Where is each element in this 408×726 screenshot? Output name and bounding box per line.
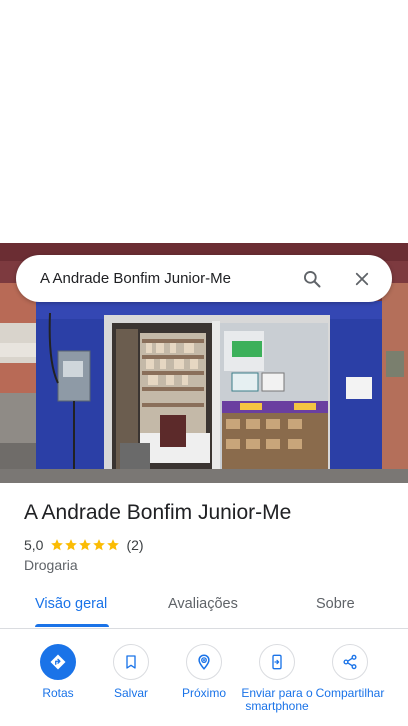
share-icon[interactable] — [332, 644, 368, 680]
place-category[interactable]: Drogaria — [24, 557, 78, 573]
save-button[interactable]: Salvar — [91, 644, 171, 700]
save-label: Salvar — [113, 686, 148, 700]
action-row: Rotas Salvar Próximo Enviar para o smart… — [0, 644, 408, 726]
rating-value: 5,0 — [24, 537, 44, 553]
tab-about[interactable]: Sobre — [316, 596, 355, 612]
rating-stars — [50, 538, 120, 552]
directions-label: Rotas — [42, 686, 74, 700]
tab-bar: Visão geral Avaliações Sobre — [0, 586, 408, 629]
star-icon — [107, 539, 120, 551]
tab-reviews[interactable]: Avaliações — [168, 596, 238, 612]
share-button[interactable]: Compartilhar — [310, 644, 390, 700]
directions-button[interactable]: Rotas — [18, 644, 98, 700]
place-title: A Andrade Bonfim Junior-Me — [24, 501, 292, 524]
active-tab-indicator — [35, 624, 109, 627]
nearby-icon[interactable] — [186, 644, 222, 680]
search-icon[interactable] — [300, 267, 324, 291]
close-icon[interactable] — [350, 267, 374, 291]
tab-overview[interactable]: Visão geral — [35, 596, 107, 612]
search-query[interactable]: A Andrade Bonfim Junior-Me — [40, 270, 300, 287]
star-icon — [93, 539, 106, 551]
send-to-phone-icon[interactable] — [259, 644, 295, 680]
rating-row[interactable]: 5,0 (2) — [24, 537, 144, 553]
directions-icon[interactable] — [40, 644, 76, 680]
star-icon — [51, 539, 64, 551]
star-icon — [79, 539, 92, 551]
search-bar[interactable]: A Andrade Bonfim Junior-Me — [16, 255, 392, 302]
nearby-label: Próximo — [181, 686, 226, 700]
bookmark-icon[interactable] — [113, 644, 149, 680]
share-label: Compartilhar — [315, 686, 385, 700]
send-to-phone-label: Enviar para o smartphone — [241, 686, 313, 713]
star-icon — [65, 539, 78, 551]
nearby-button[interactable]: Próximo — [164, 644, 244, 700]
map-area[interactable] — [0, 0, 408, 243]
review-count[interactable]: (2) — [126, 537, 143, 553]
send-to-phone-button[interactable]: Enviar para o smartphone — [237, 644, 317, 713]
